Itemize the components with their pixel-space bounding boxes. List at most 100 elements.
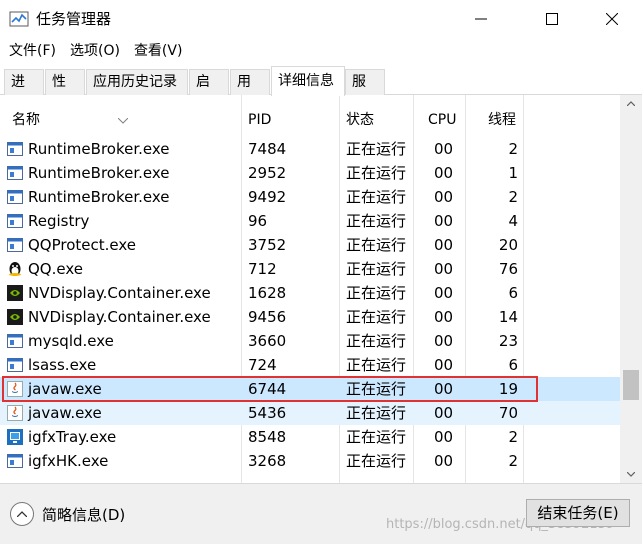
generic-app-icon [7,357,23,373]
table-row[interactable]: igfxHK.exe 3268 正在运行 00 2 [0,449,620,473]
scroll-down-arrow-icon[interactable] [620,466,642,483]
generic-app-icon [7,237,23,253]
process-name: RuntimeBroker.exe [28,188,170,206]
table-row[interactable]: mysqld.exe 3660 正在运行 00 23 [0,329,620,353]
process-threads: 2 [508,188,518,206]
process-name: igfxTray.exe [28,428,117,446]
process-status: 正在运行 [346,428,407,446]
less-details-toggle[interactable]: 简略信息(D) [10,502,125,526]
tab-startup[interactable]: 启动 [189,69,229,114]
process-pid: 6744 [248,380,287,398]
vertical-scrollbar[interactable] [620,95,642,483]
process-cpu: 00 [434,164,454,182]
process-threads: 20 [498,236,518,254]
table-body: RuntimeBroker.exe 7484 正在运行 00 2 RuntimeBroke… [0,137,620,473]
scroll-thumb[interactable] [623,370,639,400]
tab-bar: 进程 性能 应用历史记录 启动 用户 详细信息 服务 [0,66,642,114]
process-cpu: 00 [434,380,454,398]
table-row[interactable]: javaw.exe 6744 正在运行 00 19 [0,377,620,401]
maximize-button[interactable] [529,0,575,38]
tab-users[interactable]: 用户 [230,69,270,114]
end-task-button[interactable]: 结束任务(E) [526,499,630,527]
process-status: 正在运行 [346,140,407,158]
process-threads: 70 [498,404,518,422]
tab-services[interactable]: 服务 [345,69,385,114]
menu-file[interactable]: 文件(F) [2,38,63,64]
table-row[interactable]: QQProtect.exe 3752 正在运行 00 20 [0,233,620,257]
menu-view[interactable]: 查看(V) [127,38,190,64]
process-status: 正在运行 [346,236,407,254]
sort-down-icon [117,109,129,124]
column-header-name[interactable]: 名称 [12,110,40,130]
process-threads: 2 [508,428,518,446]
menu-options[interactable]: 选项(O) [63,38,127,64]
table-row[interactable]: lsass.exe 724 正在运行 00 6 [0,353,620,377]
chevron-up-icon [10,502,34,526]
process-cpu: 00 [434,236,454,254]
column-header-pid[interactable]: PID [248,110,271,130]
process-threads: 19 [498,380,518,398]
table-row[interactable]: QQ.exe 712 正在运行 00 76 [0,257,620,281]
process-threads: 2 [508,452,518,470]
process-cpu: 00 [434,404,454,422]
column-header-status[interactable]: 状态 [346,110,374,130]
generic-app-icon [7,189,23,205]
process-pid: 3660 [248,332,287,350]
tab-app-history[interactable]: 应用历史记录 [86,69,188,95]
tab-details[interactable]: 详细信息 [271,66,345,96]
table-row[interactable]: NVDisplay.Container.exe 9456 正在运行 00 14 [0,305,620,329]
process-cpu: 00 [434,140,454,158]
table-row[interactable]: igfxTray.exe 8548 正在运行 00 2 [0,425,620,449]
java-icon [7,405,23,421]
process-threads: 14 [498,308,518,326]
table-row[interactable]: NVDisplay.Container.exe 1628 正在运行 00 6 [0,281,620,305]
process-pid: 712 [248,260,277,278]
process-name: RuntimeBroker.exe [28,140,170,158]
process-threads: 23 [498,332,518,350]
table-row[interactable]: Registry 96 正在运行 00 4 [0,209,620,233]
table-header: 名称 PID 状态 CPU 线程 [0,95,620,137]
menu-bar: 文件(F) 选项(O) 查看(V) [0,38,642,64]
column-header-cpu[interactable]: CPU [428,110,456,130]
process-pid: 724 [248,356,277,374]
scroll-up-arrow-icon[interactable] [620,95,642,112]
process-pid: 9456 [248,308,287,326]
process-name: RuntimeBroker.exe [28,164,170,182]
process-cpu: 00 [434,428,454,446]
generic-app-icon [7,141,23,157]
process-name: NVDisplay.Container.exe [28,284,211,302]
process-status: 正在运行 [346,404,407,422]
process-cpu: 00 [434,356,454,374]
process-threads: 4 [508,212,518,230]
process-name: QQ.exe [28,260,83,278]
tab-processes[interactable]: 进程 [4,69,44,114]
process-status: 正在运行 [346,188,407,206]
table-row[interactable]: javaw.exe 5436 正在运行 00 70 [0,401,620,425]
nvidia-icon [7,285,23,301]
process-pid: 8548 [248,428,287,446]
process-status: 正在运行 [346,164,407,182]
process-cpu: 00 [434,212,454,230]
generic-app-icon [7,453,23,469]
task-manager-icon [9,9,29,29]
tab-performance[interactable]: 性能 [45,69,85,114]
table-row[interactable]: RuntimeBroker.exe 9492 正在运行 00 2 [0,185,620,209]
column-header-threads[interactable]: 线程 [488,110,516,130]
table-row[interactable]: RuntimeBroker.exe 7484 正在运行 00 2 [0,137,620,161]
process-cpu: 00 [434,260,454,278]
qq-penguin-icon [7,261,23,277]
close-button[interactable] [589,0,635,38]
process-status: 正在运行 [346,332,407,350]
minimize-button[interactable] [458,0,504,38]
process-pid: 3268 [248,452,287,470]
process-cpu: 00 [434,452,454,470]
process-name: javaw.exe [28,404,102,422]
process-status: 正在运行 [346,452,407,470]
process-name: lsass.exe [28,356,97,374]
process-name: javaw.exe [28,380,102,398]
process-pid: 3752 [248,236,287,254]
table-row[interactable]: RuntimeBroker.exe 2952 正在运行 00 1 [0,161,620,185]
process-status: 正在运行 [346,284,407,302]
title-bar: 任务管理器 [0,0,642,38]
less-details-label: 简略信息(D) [42,505,126,524]
